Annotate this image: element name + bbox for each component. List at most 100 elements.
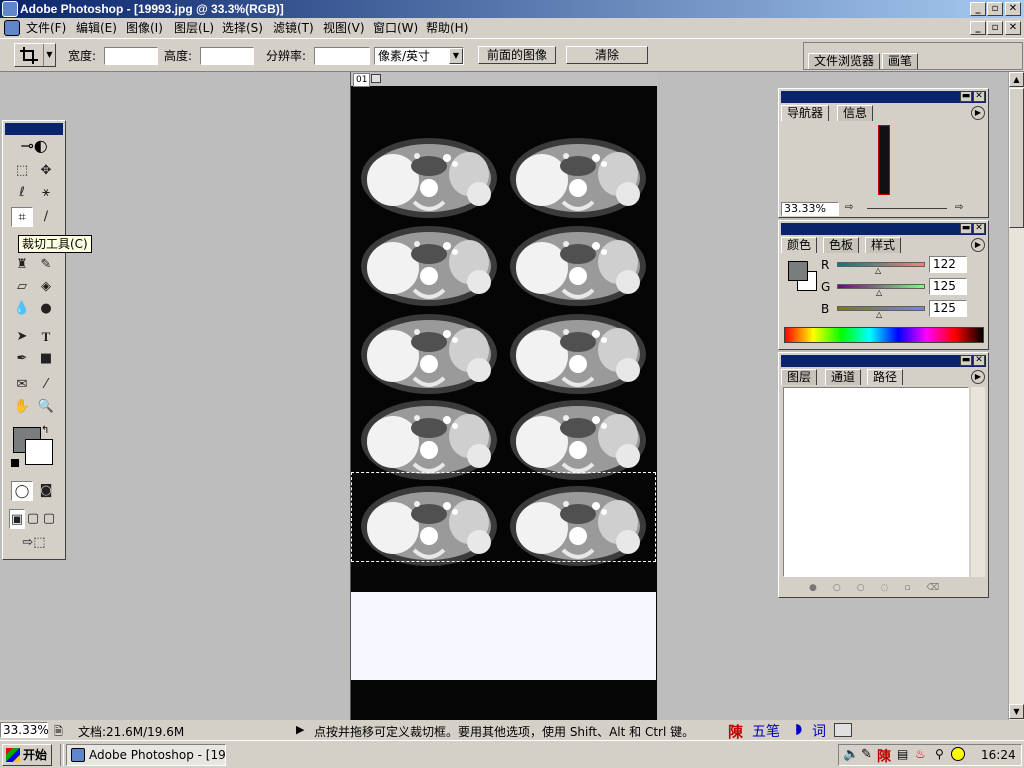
zoom-icon[interactable]: 🔍 xyxy=(35,397,57,417)
scroll-thumb[interactable] xyxy=(1009,88,1024,228)
jump-to-imageready-icon[interactable]: ⇨⬚ xyxy=(11,533,57,553)
tray-doc-icon[interactable]: ▤ xyxy=(897,747,908,761)
doc-minimize-button[interactable]: _ xyxy=(970,21,986,35)
status-zoom-input[interactable]: 33.33% xyxy=(0,722,49,738)
doc-close-button[interactable]: ✕ xyxy=(1005,21,1021,35)
menu-view[interactable]: 视图(V) xyxy=(323,20,365,36)
pen-tray-icon[interactable]: ✎ xyxy=(861,747,872,762)
doc-restore-button[interactable]: ▫ xyxy=(987,21,1003,35)
adobe-online-icon[interactable]: ⊸◐ xyxy=(7,135,61,157)
g-value-input[interactable]: 125 xyxy=(929,278,967,295)
lasso-icon[interactable]: ℓ xyxy=(11,183,33,203)
close-button[interactable]: ✕ xyxy=(1005,2,1021,16)
path-actions-icons[interactable]: ●○○◌▫⌫ xyxy=(809,583,955,593)
resolution-input[interactable] xyxy=(314,47,370,65)
default-colors-icon[interactable] xyxy=(11,459,19,467)
panel-menu-icon[interactable]: ▶ xyxy=(971,106,985,120)
minimize-button[interactable]: _ xyxy=(970,2,986,16)
menu-window[interactable]: 窗口(W) xyxy=(373,20,418,36)
blur-icon[interactable]: 💧 xyxy=(11,299,33,319)
panel-close-icon[interactable]: ✕ xyxy=(973,223,985,234)
soft-keyboard-icon[interactable] xyxy=(834,723,852,737)
tab-paths[interactable]: 路径 xyxy=(867,369,904,385)
menu-layer[interactable]: 图层(L) xyxy=(174,20,214,36)
height-input[interactable] xyxy=(200,47,254,65)
color-foreground-swatch[interactable] xyxy=(788,261,808,281)
paths-scrollbar[interactable] xyxy=(971,387,985,577)
tab-swatches[interactable]: 色板 xyxy=(823,237,860,253)
front-image-button[interactable]: 前面的图像 xyxy=(478,46,556,64)
history-brush-icon[interactable]: ✎ xyxy=(35,255,57,275)
hand-icon[interactable]: ✋ xyxy=(11,397,33,417)
restore-button[interactable]: ▫ xyxy=(987,2,1003,16)
navigator-zoom-slider[interactable] xyxy=(867,208,947,209)
tab-file-browser[interactable]: 文件浏览器 xyxy=(808,53,881,69)
b-value-input[interactable]: 125 xyxy=(929,300,967,317)
menu-file[interactable]: 文件(F) xyxy=(26,20,66,36)
ime-wubi-label[interactable]: 五笔 xyxy=(752,721,780,741)
eyedropper-icon[interactable]: ⁄ xyxy=(35,375,57,395)
ime-halfwidth-icon[interactable]: ◗ xyxy=(795,721,802,737)
panel-menu-icon[interactable]: ▶ xyxy=(971,370,985,384)
screen-mode-standard-icon[interactable]: ▣ xyxy=(9,509,25,529)
panel-menu-icon[interactable]: ▶ xyxy=(971,238,985,252)
status-menu-arrow-icon[interactable]: ▶ xyxy=(296,723,304,736)
ime-chen-label[interactable]: 陳 xyxy=(728,721,743,742)
tab-navigator[interactable]: 导航器 xyxy=(781,105,830,121)
slice-icon[interactable]: ∕ xyxy=(35,207,57,227)
tray-status-icon[interactable] xyxy=(951,747,965,761)
panel-minimize-icon[interactable]: ▬ xyxy=(960,91,972,102)
tray-ime-label[interactable]: 陳 xyxy=(877,746,891,766)
menu-filter[interactable]: 滤镜(T) xyxy=(273,20,314,36)
panel-minimize-icon[interactable]: ▬ xyxy=(960,223,972,234)
swap-colors-icon[interactable]: ↰ xyxy=(41,425,49,436)
document-tab[interactable]: 01 xyxy=(353,73,371,87)
background-color-swatch[interactable] xyxy=(25,439,53,465)
scroll-down-icon[interactable]: ▼ xyxy=(1009,704,1024,719)
b-slider-thumb[interactable]: △ xyxy=(876,310,882,319)
path-selection-icon[interactable]: ➤ xyxy=(11,327,33,347)
panel-close-icon[interactable]: ✕ xyxy=(973,91,985,102)
clock[interactable]: 16:24 xyxy=(981,748,1016,762)
crop-tool-icon[interactable]: ⌗ xyxy=(11,207,33,227)
crop-selection-marquee[interactable] xyxy=(351,472,656,562)
quick-mask-icon[interactable]: ◙ xyxy=(35,481,57,501)
status-doc-size[interactable]: 文档:21.6M/19.6M xyxy=(78,723,184,740)
menu-image[interactable]: 图像(I) xyxy=(126,20,163,36)
resolution-unit-select[interactable]: 像素/英寸 ▼ xyxy=(374,47,464,65)
type-icon[interactable]: T xyxy=(35,327,57,347)
color-spectrum-bar[interactable] xyxy=(784,327,984,343)
menu-help[interactable]: 帮助(H) xyxy=(426,20,468,36)
paint-bucket-icon[interactable]: ◈ xyxy=(35,277,57,297)
navigator-panel-titlebar[interactable] xyxy=(781,91,986,103)
tab-styles[interactable]: 样式 xyxy=(865,237,902,253)
r-value-input[interactable]: 122 xyxy=(929,256,967,273)
tab-layers[interactable]: 图层 xyxy=(781,369,818,385)
zoom-in-icon[interactable]: ⇨ xyxy=(955,202,963,213)
photoshop-app-icon[interactable] xyxy=(2,1,18,17)
layers-panel-titlebar[interactable] xyxy=(781,355,986,367)
volume-icon[interactable]: 🔈 xyxy=(843,747,859,762)
screen-mode-full-menu-icon[interactable]: ▢ xyxy=(25,509,41,529)
tray-network-icon[interactable]: ⚲ xyxy=(935,747,944,761)
paths-list[interactable] xyxy=(783,387,969,577)
tab-info[interactable]: 信息 xyxy=(837,105,874,121)
screen-mode-full-icon[interactable]: ▢ xyxy=(41,509,57,529)
taskbar-photoshop-button[interactable]: Adobe Photoshop - [1999... xyxy=(66,744,226,766)
panel-minimize-icon[interactable]: ▬ xyxy=(960,355,972,366)
notes-icon[interactable]: ✉ xyxy=(11,375,33,395)
eraser-icon[interactable]: ▱ xyxy=(11,277,33,297)
tool-preset-picker[interactable]: ▼ xyxy=(14,43,56,67)
dodge-icon[interactable]: ● xyxy=(35,299,57,319)
color-panel-titlebar[interactable] xyxy=(781,223,986,235)
panel-close-icon[interactable]: ✕ xyxy=(973,355,985,366)
magic-wand-icon[interactable]: ⚹ xyxy=(35,183,57,203)
pen-icon[interactable]: ✒ xyxy=(11,349,33,369)
shape-icon[interactable]: ■ xyxy=(35,349,57,369)
zoom-out-icon[interactable]: ⇨ xyxy=(845,202,853,213)
marquee-icon[interactable]: ⬚ xyxy=(11,161,33,181)
clone-stamp-icon[interactable]: ♜ xyxy=(11,255,33,275)
r-slider-thumb[interactable]: △ xyxy=(875,266,881,275)
navigator-thumbnail[interactable] xyxy=(878,125,890,195)
scroll-up-icon[interactable]: ▲ xyxy=(1009,72,1024,87)
